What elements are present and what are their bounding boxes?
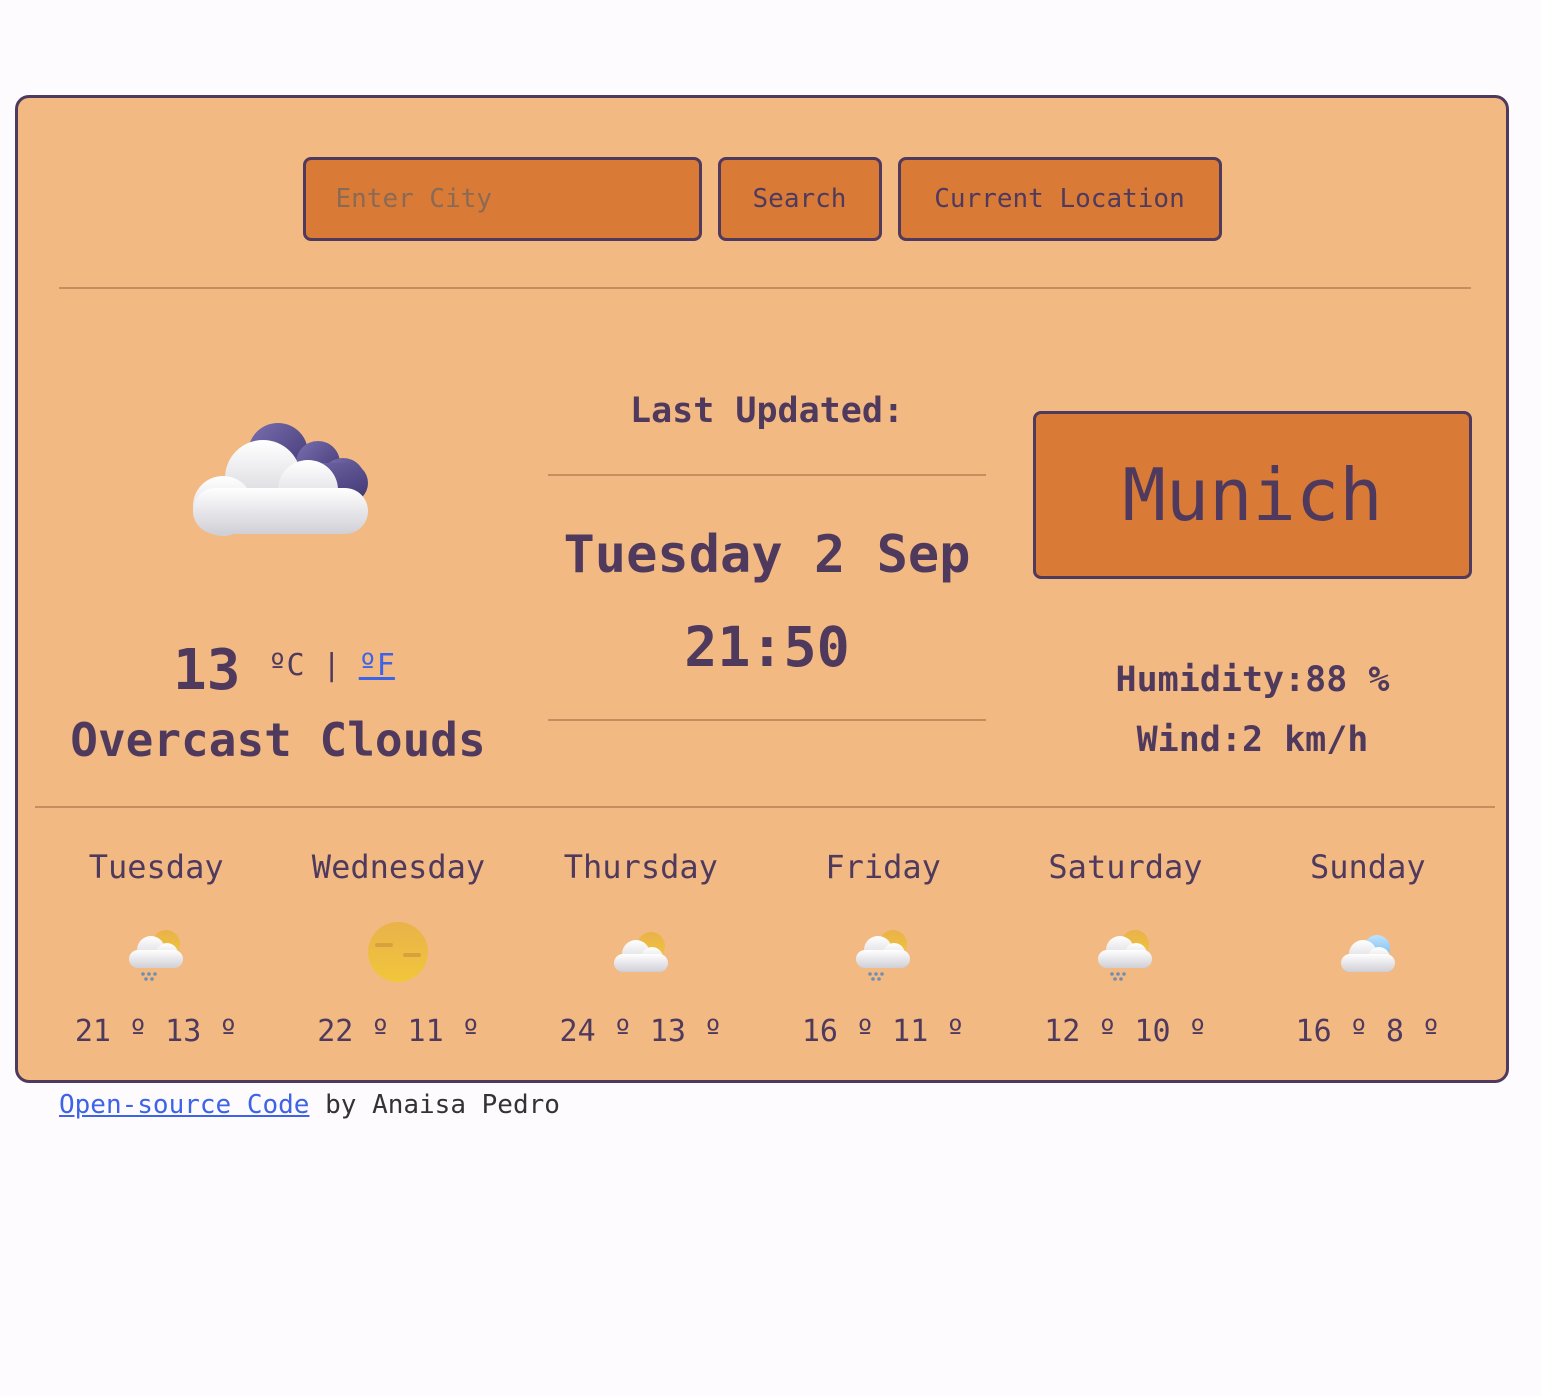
humidity-stat: Humidity:88 % bbox=[1115, 660, 1390, 700]
fahrenheit-link[interactable]: ºF bbox=[359, 648, 395, 683]
forecast-day: Saturday 12 º 10 º bbox=[1004, 848, 1246, 1049]
current-location-button[interactable]: Current Location bbox=[897, 157, 1222, 241]
forecast-day: Thursday 24 º 13 º bbox=[520, 848, 762, 1049]
rain-sun-cloud-icon bbox=[1004, 912, 1246, 992]
forecast-temps: 12 º 10 º bbox=[1044, 1014, 1207, 1049]
forecast-day: Tuesday 21 º 13 º bbox=[35, 848, 277, 1049]
search-form: Search Current Location bbox=[18, 157, 1506, 241]
divider bbox=[548, 474, 986, 476]
forecast-day-name: Sunday bbox=[1310, 848, 1426, 886]
last-updated-label: Last Updated: bbox=[630, 391, 904, 431]
forecast-day-name: Saturday bbox=[1048, 848, 1203, 886]
divider bbox=[35, 806, 1495, 808]
divider bbox=[548, 719, 986, 721]
search-button[interactable]: Search bbox=[717, 157, 882, 241]
rain-sun-cloud-icon bbox=[35, 912, 277, 992]
temperature-line: 13 ºC | ºF bbox=[173, 638, 473, 703]
weather-description: Overcast Clouds bbox=[70, 713, 486, 767]
partly-cloudy-icon bbox=[520, 912, 762, 992]
blue-cloud-icon bbox=[1247, 912, 1489, 992]
forecast-day: Sunday 16 º 8 º bbox=[1247, 848, 1489, 1049]
forecast-temps: 22 º 11 º bbox=[317, 1014, 480, 1049]
forecast-day: Wednesday 22 º 11 º bbox=[277, 848, 519, 1049]
forecast-day-name: Friday bbox=[825, 848, 941, 886]
source-code-link[interactable]: Open-source Code bbox=[59, 1090, 309, 1120]
forecast-day-name: Tuesday bbox=[88, 848, 224, 886]
celsius-unit: ºC bbox=[268, 648, 305, 683]
wind-stat: Wind:2 km/h bbox=[1136, 720, 1369, 760]
city-search-input[interactable] bbox=[302, 157, 702, 241]
weather-card: Search Current Location 13 ºC | ºF Overc… bbox=[15, 95, 1509, 1083]
overcast-clouds-icon bbox=[183, 408, 373, 538]
forecast-day: Friday 16 º 11 º bbox=[762, 848, 1004, 1049]
forecast-temps: 16 º 8 º bbox=[1295, 1014, 1441, 1049]
sun-haze-icon bbox=[277, 912, 519, 992]
forecast-day-name: Wednesday bbox=[311, 848, 486, 886]
divider bbox=[59, 287, 1471, 289]
forecast-day-name: Thursday bbox=[563, 848, 718, 886]
city-name: Munich bbox=[1033, 411, 1472, 579]
forecast-row: Tuesday 21 º 13 º Wednesday 22 º 11 º Th… bbox=[35, 848, 1489, 1049]
unit-separator: | bbox=[322, 648, 341, 683]
updated-date: Tuesday 2 Sep bbox=[563, 525, 971, 585]
updated-time: 21:50 bbox=[684, 615, 850, 679]
unit-switch: ºC | ºF bbox=[268, 648, 394, 683]
rain-sun-cloud-icon bbox=[762, 912, 1004, 992]
forecast-temps: 24 º 13 º bbox=[559, 1014, 723, 1049]
current-temperature: 13 bbox=[173, 638, 241, 703]
forecast-temps: 16 º 11 º bbox=[801, 1014, 965, 1049]
forecast-temps: 21 º 13 º bbox=[74, 1014, 238, 1049]
footer: Open-source Code by Anaisa Pedro bbox=[59, 1090, 560, 1120]
footer-credit: by Anaisa Pedro bbox=[309, 1090, 560, 1120]
